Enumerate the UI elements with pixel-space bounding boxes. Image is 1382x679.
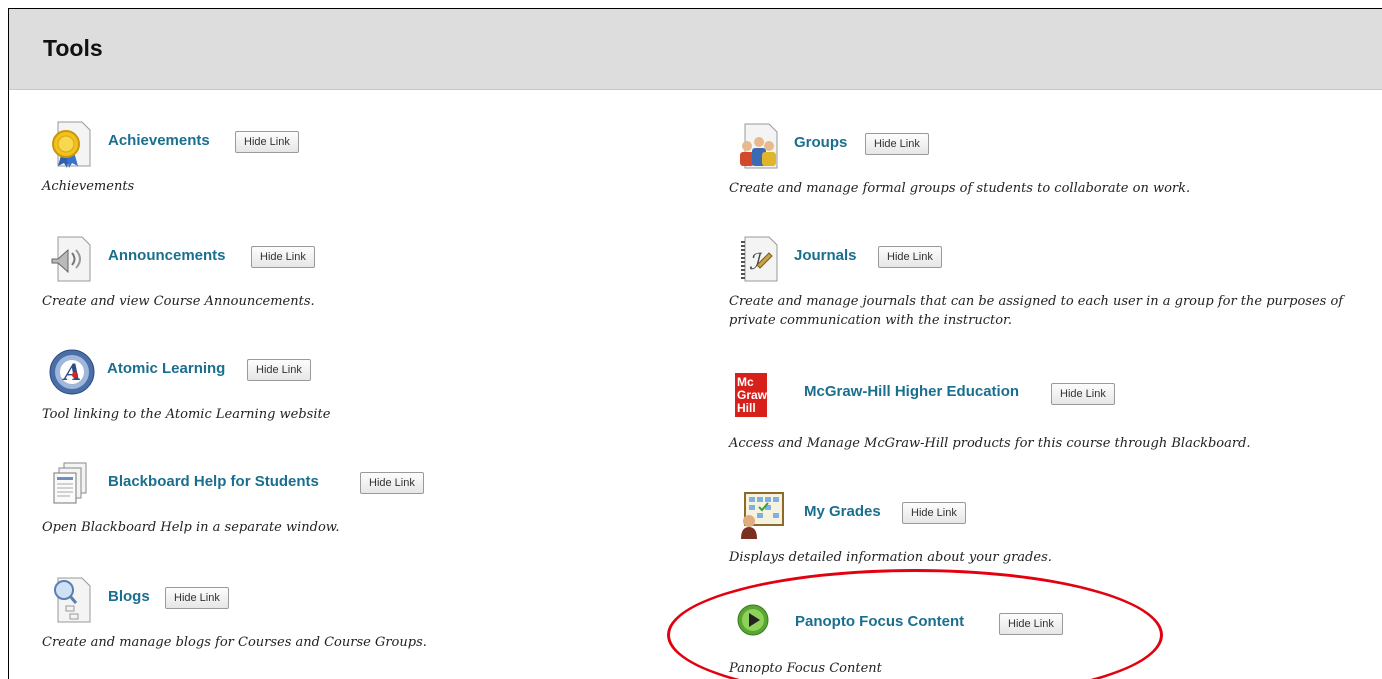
tool-link-atomic-learning[interactable]: Atomic Learning <box>107 360 225 377</box>
atomic-learning-icon: A <box>48 348 98 396</box>
hide-link-button[interactable]: Hide Link <box>251 246 315 268</box>
page-title: Tools <box>43 35 103 61</box>
tool-description: Displays detailed information about your… <box>729 550 1052 565</box>
tool-description: Panopto Focus Content <box>729 661 882 676</box>
tool-link-mcgraw-hill[interactable]: McGraw-Hill Higher Education <box>804 383 1019 400</box>
hide-link-button[interactable]: Hide Link <box>165 587 229 609</box>
tool-link-panopto-focus[interactable]: Panopto Focus Content <box>795 613 964 630</box>
page-header: Tools <box>9 9 1382 90</box>
tool-description: Create and manage journals that can be a… <box>729 294 1344 328</box>
svg-text:A: A <box>62 360 81 386</box>
tool-description: Create and manage formal groups of stude… <box>729 181 1191 196</box>
svg-text:Graw: Graw <box>737 388 768 402</box>
tool-link-blogs[interactable]: Blogs <box>108 588 150 605</box>
hide-link-button[interactable]: Hide Link <box>878 246 942 268</box>
tool-description: Achievements <box>42 179 135 194</box>
tools-panel: Tools Achievements Hide Link Achievement… <box>8 8 1382 679</box>
blogs-icon <box>48 576 98 624</box>
tool-link-achievements[interactable]: Achievements <box>108 132 210 149</box>
hide-link-button[interactable]: Hide Link <box>865 133 929 155</box>
tool-description: Create and manage blogs for Courses and … <box>42 635 427 650</box>
journals-icon: ℐ <box>735 235 785 283</box>
tool-link-announcements[interactable]: Announcements <box>108 247 226 264</box>
panopto-play-icon <box>737 604 769 636</box>
hide-link-button[interactable]: Hide Link <box>360 472 424 494</box>
tool-description: Open Blackboard Help in a separate windo… <box>42 520 340 535</box>
hide-link-button[interactable]: Hide Link <box>902 502 966 524</box>
hide-link-button[interactable]: Hide Link <box>247 359 311 381</box>
tool-description: Access and Manage McGraw-Hill products f… <box>729 436 1251 451</box>
mcgraw-hill-logo-icon: Mc Graw Hill <box>735 373 775 417</box>
groups-icon <box>735 122 785 170</box>
hide-link-button[interactable]: Hide Link <box>235 131 299 153</box>
svg-text:Hill: Hill <box>737 401 756 415</box>
tool-description: Tool linking to the Atomic Learning webs… <box>42 407 331 422</box>
hide-link-button[interactable]: Hide Link <box>999 613 1063 635</box>
tool-link-my-grades[interactable]: My Grades <box>804 503 881 520</box>
my-grades-icon <box>735 491 785 539</box>
hide-link-button[interactable]: Hide Link <box>1051 383 1115 405</box>
achievements-ribbon-icon <box>48 120 98 168</box>
tool-description: Create and view Course Announcements. <box>42 294 315 309</box>
blackboard-help-icon <box>48 461 98 509</box>
announcements-speaker-icon <box>48 235 98 283</box>
tool-link-journals[interactable]: Journals <box>794 247 857 264</box>
tool-link-blackboard-help[interactable]: Blackboard Help for Students <box>108 473 319 490</box>
tool-link-groups[interactable]: Groups <box>794 134 847 151</box>
svg-text:Mc: Mc <box>737 375 754 389</box>
